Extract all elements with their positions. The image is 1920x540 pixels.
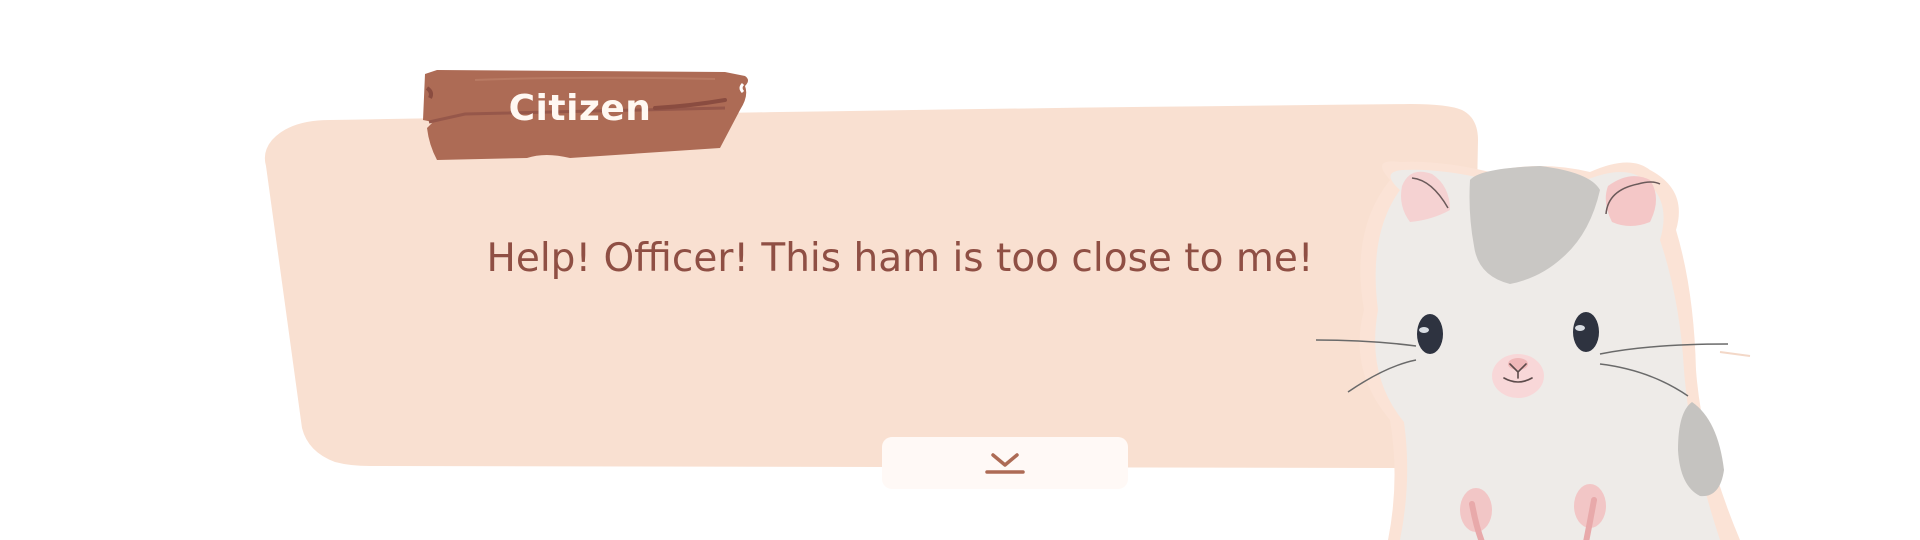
hamster-portrait [1315,161,1751,540]
dialog-text: Help! Officer! This ham is too close to … [486,236,1314,281]
game-dialog-scene: Citizen Help! Officer! This ham is too c… [0,0,1920,540]
chevron-down-bar-icon [985,453,1025,474]
speaker-name: Citizen [508,88,652,129]
advance-dialog-button[interactable] [882,437,1128,489]
